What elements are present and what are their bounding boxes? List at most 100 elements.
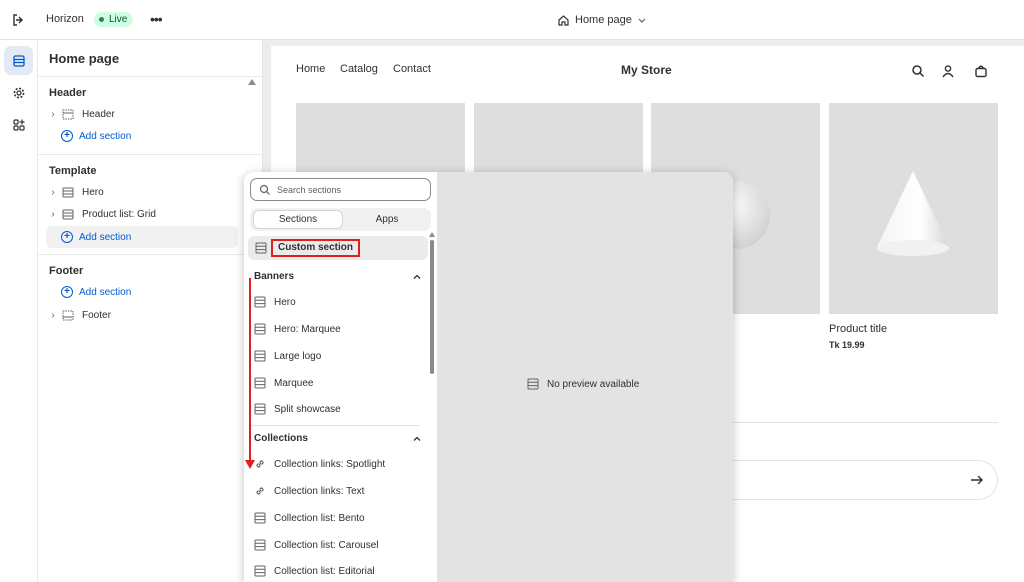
add-section-footer[interactable]: + Add section bbox=[46, 281, 238, 303]
section-option-collection-links-text[interactable]: Collection links: Text bbox=[254, 482, 364, 500]
page-picker-label: Home page bbox=[575, 14, 632, 26]
annotation-arrow-head-icon bbox=[245, 460, 255, 469]
nav-link-contact[interactable]: Contact bbox=[393, 63, 431, 75]
section-option-label: Large logo bbox=[274, 350, 322, 362]
section-option-label: Split showcase bbox=[274, 403, 341, 415]
chevron-right-icon[interactable]: › bbox=[46, 187, 60, 198]
section-option-collection-list-editorial[interactable]: Collection list: Editorial bbox=[254, 562, 375, 580]
chevron-up-icon[interactable] bbox=[412, 434, 422, 444]
chevron-right-icon[interactable]: › bbox=[46, 310, 60, 321]
add-section-template[interactable]: + Add section bbox=[46, 226, 238, 248]
section-preview-pane: No preview available bbox=[437, 172, 733, 582]
more-options-icon[interactable]: ••• bbox=[150, 10, 166, 28]
live-dot-icon bbox=[99, 17, 104, 22]
nav-link-catalog[interactable]: Catalog bbox=[340, 63, 378, 75]
product-title[interactable]: Product title bbox=[829, 323, 887, 335]
section-icon bbox=[254, 323, 266, 335]
scrollbar-thumb[interactable] bbox=[430, 240, 434, 374]
product-card-image[interactable] bbox=[829, 103, 998, 314]
search-icon[interactable] bbox=[911, 64, 925, 78]
link-icon bbox=[254, 485, 266, 497]
section-option-marquee[interactable]: Marquee bbox=[254, 374, 313, 392]
account-icon[interactable] bbox=[941, 64, 955, 78]
section-option-label: Hero bbox=[274, 296, 296, 308]
theme-name: Horizon bbox=[46, 13, 84, 25]
section-option-large-logo[interactable]: Large logo bbox=[254, 347, 321, 365]
divider bbox=[250, 425, 420, 426]
section-icon bbox=[254, 565, 266, 577]
add-section-header[interactable]: + Add section bbox=[46, 125, 238, 147]
category-title: Banners bbox=[254, 271, 295, 282]
tree-item-header[interactable]: › Header bbox=[46, 103, 238, 125]
chevron-right-icon[interactable]: › bbox=[46, 209, 60, 220]
group-title-footer: Footer bbox=[49, 265, 84, 277]
tab-sections[interactable]: Sections bbox=[253, 210, 343, 229]
chevron-down-icon bbox=[638, 18, 646, 23]
group-title-template: Template bbox=[49, 165, 97, 177]
tree-item-product-list[interactable]: › Product list: Grid bbox=[46, 203, 238, 225]
nav-link-home[interactable]: Home bbox=[296, 63, 325, 75]
section-option-label: Hero: Marquee bbox=[274, 323, 341, 335]
header-section-icon bbox=[62, 108, 78, 120]
page-picker-dropdown[interactable]: Home page bbox=[557, 10, 647, 30]
category-title: Collections bbox=[254, 433, 308, 444]
section-option-label: Collection list: Bento bbox=[274, 512, 365, 524]
section-option-label: Collection links: Text bbox=[274, 485, 365, 497]
chevron-right-icon[interactable]: › bbox=[46, 109, 60, 120]
section-list: Sections Apps Custom section Banners Her… bbox=[244, 172, 437, 582]
cone-image bbox=[877, 171, 949, 256]
divider bbox=[38, 154, 263, 155]
chevron-up-icon[interactable] bbox=[412, 272, 422, 282]
tree-item-label: Hero bbox=[82, 186, 104, 198]
sections-icon bbox=[12, 54, 25, 67]
search-sections-input[interactable] bbox=[277, 184, 417, 195]
tab-apps[interactable]: Apps bbox=[346, 210, 428, 229]
settings-rail-button[interactable] bbox=[4, 78, 33, 107]
section-option-collection-list-bento[interactable]: Collection list: Bento bbox=[254, 509, 365, 527]
section-tabs: Sections Apps bbox=[250, 208, 431, 231]
section-icon bbox=[62, 186, 78, 198]
section-option-hero-marquee[interactable]: Hero: Marquee bbox=[254, 320, 341, 338]
section-icon bbox=[527, 378, 539, 390]
section-icon bbox=[62, 208, 78, 220]
tree-item-label: Product list: Grid bbox=[82, 208, 156, 220]
link-icon bbox=[254, 458, 266, 470]
custom-section-item[interactable]: Custom section bbox=[248, 236, 428, 260]
scroll-up-arrow-icon[interactable] bbox=[248, 79, 256, 85]
exit-icon[interactable] bbox=[10, 11, 28, 29]
store-title: My Store bbox=[621, 63, 672, 77]
annotation-arrow-line bbox=[249, 278, 251, 462]
category-banners[interactable]: Banners bbox=[254, 271, 422, 282]
section-option-split-showcase[interactable]: Split showcase bbox=[254, 400, 341, 418]
plus-circle-icon: + bbox=[61, 286, 73, 298]
live-badge-label: Live bbox=[109, 14, 128, 25]
tree-item-hero[interactable]: › Hero bbox=[46, 181, 238, 203]
cart-icon[interactable] bbox=[974, 64, 988, 78]
gear-icon bbox=[13, 87, 24, 98]
custom-section-label: Custom section bbox=[271, 239, 361, 257]
section-option-label: Collection list: Carousel bbox=[274, 539, 379, 551]
group-title-header: Header bbox=[49, 87, 87, 99]
newsletter-input[interactable]: s bbox=[711, 460, 998, 500]
section-option-hero[interactable]: Hero bbox=[254, 293, 296, 311]
section-icon bbox=[254, 539, 266, 551]
arrow-right-icon[interactable] bbox=[970, 474, 984, 486]
scroll-up-arrow-icon[interactable] bbox=[429, 232, 435, 237]
category-collections[interactable]: Collections bbox=[254, 433, 422, 444]
add-section-label: Add section bbox=[79, 130, 132, 142]
section-option-label: Collection list: Editorial bbox=[274, 565, 375, 577]
plus-circle-icon: + bbox=[61, 231, 73, 243]
divider bbox=[726, 422, 998, 423]
search-icon bbox=[259, 184, 270, 195]
apps-icon bbox=[12, 118, 25, 131]
sections-rail-button[interactable] bbox=[4, 46, 33, 75]
add-section-popover: Sections Apps Custom section Banners Her… bbox=[244, 172, 733, 582]
apps-rail-button[interactable] bbox=[4, 110, 33, 139]
section-icon bbox=[254, 350, 266, 362]
section-icon bbox=[254, 377, 266, 389]
section-option-collection-list-carousel[interactable]: Collection list: Carousel bbox=[254, 536, 379, 554]
tree-item-footer[interactable]: › Footer bbox=[46, 304, 238, 326]
section-option-collection-links-spotlight[interactable]: Collection links: Spotlight bbox=[254, 455, 385, 473]
search-sections-field[interactable] bbox=[250, 178, 431, 201]
tree-item-label: Header bbox=[82, 108, 115, 120]
